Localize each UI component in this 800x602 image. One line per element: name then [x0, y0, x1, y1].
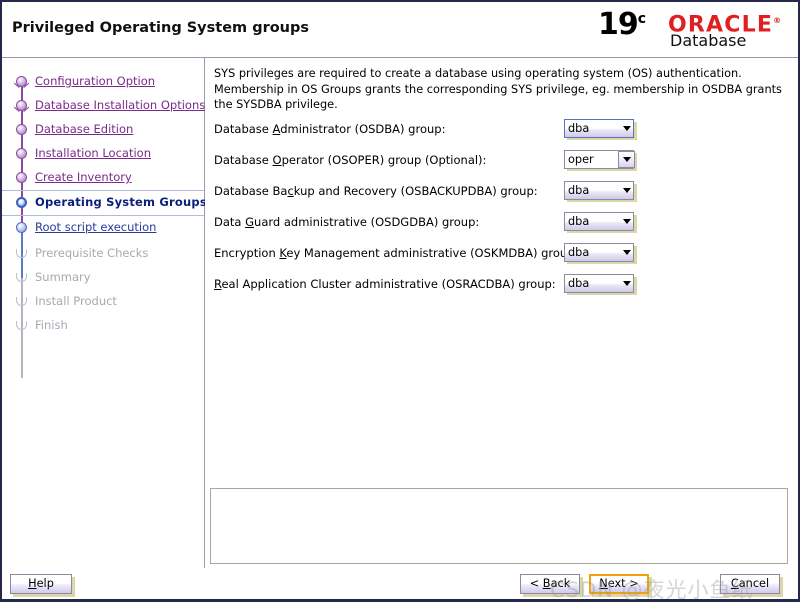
- next-button[interactable]: Next >: [589, 574, 649, 594]
- sidebar-item-database-installation-options[interactable]: Database Installation Options: [2, 94, 206, 118]
- chevron-down-icon: [623, 157, 631, 162]
- oskmdba-group-value: dba: [568, 246, 590, 259]
- nav-node-branch-icon: [9, 75, 34, 94]
- osdba-group-dropdown[interactable]: dba: [564, 119, 637, 140]
- sidebar-item-database-edition[interactable]: Database Edition: [2, 118, 204, 142]
- sidebar-item-install-product: Install Product: [2, 290, 204, 314]
- osbackupdba-group-dropdown[interactable]: dba: [564, 181, 637, 202]
- osdgdba-group-dropdown[interactable]: dba: [564, 212, 637, 233]
- form-row-osoper: Database Operator (OSOPER) group (Option…: [214, 150, 792, 172]
- form-row-oskmdba: Encryption Key Management administrative…: [214, 243, 792, 265]
- osoper-group-dropdown[interactable]: oper: [564, 150, 637, 171]
- sidebar-item-label: Installation Location: [35, 146, 151, 160]
- osdgdba-group-value: dba: [568, 215, 590, 228]
- nav-node-pending-icon: [15, 319, 28, 332]
- nav-node-pending-icon: [15, 247, 28, 260]
- sidebar-item-configuration-option[interactable]: Configuration Option: [2, 70, 204, 94]
- sidebar-item-label: Configuration Option: [35, 74, 156, 88]
- mnemonic-letter: N: [599, 577, 608, 590]
- header: Privileged Operating System groups 19c O…: [2, 2, 798, 56]
- message-panel: [210, 488, 788, 564]
- nav-node-ball-icon: [15, 123, 28, 136]
- chevron-down-icon: [623, 188, 631, 193]
- nav-node-ball-icon: [15, 171, 28, 184]
- sidebar-navigation: Configuration Option Database Installati…: [2, 58, 207, 568]
- field-label-osracdba: Real Application Cluster administrative …: [214, 277, 556, 291]
- sidebar-item-label: Root script execution: [35, 220, 157, 234]
- mnemonic-letter: G: [245, 215, 255, 229]
- cancel-button-wrap: Cancel: [720, 574, 783, 597]
- logo-version-number: 19: [598, 7, 639, 42]
- sidebar-item-summary: Summary: [2, 266, 204, 290]
- field-label-osbackupdba: Database Backup and Recovery (OSBACKUPDB…: [214, 184, 538, 198]
- next-button-wrap: Next >: [589, 574, 652, 597]
- sidebar-item-label: Create Inventory: [35, 170, 132, 184]
- oskmdba-group-dropdown[interactable]: dba: [564, 243, 637, 264]
- cancel-button[interactable]: Cancel: [720, 574, 780, 594]
- logo-product: Database: [670, 31, 747, 50]
- chevron-down-icon: [623, 250, 631, 255]
- field-label-osdgdba: Data Guard administrative (OSDGDBA) grou…: [214, 215, 480, 229]
- intro-description: SYS privileges are required to create a …: [214, 67, 782, 112]
- installer-window: Privileged Operating System groups 19c O…: [0, 0, 800, 602]
- sidebar-item-label: Finish: [35, 318, 68, 332]
- back-button[interactable]: < Back: [520, 574, 580, 594]
- nav-node-pending-icon: [15, 295, 28, 308]
- footer: Help < Back Next > Cancel: [2, 568, 798, 600]
- form-row-osdgdba: Data Guard administrative (OSDGDBA) grou…: [214, 212, 792, 234]
- osracdba-group-value: dba: [568, 277, 590, 290]
- mnemonic-letter: B: [542, 577, 551, 590]
- nav-node-pending-icon: [15, 271, 28, 284]
- oracle-logo: 19c ORACLE® Database: [590, 6, 790, 54]
- field-label-osoper: Database Operator (OSOPER) group (Option…: [214, 153, 487, 167]
- chevron-down-icon: [623, 281, 631, 286]
- form-row-osdba: Database Administrator (OSDBA) group: db…: [214, 119, 792, 141]
- sidebar-item-create-inventory[interactable]: Create Inventory: [2, 166, 204, 190]
- field-label-oskmdba: Encryption Key Management administrative…: [214, 246, 579, 260]
- logo-version: 19c: [598, 7, 646, 42]
- osbackupdba-group-value: dba: [568, 184, 590, 197]
- sidebar-item-root-script-execution[interactable]: Root script execution: [2, 216, 204, 240]
- osoper-group-value: oper: [568, 153, 594, 166]
- sidebar-item-label: Summary: [35, 270, 91, 284]
- help-button-wrap: Help: [10, 574, 75, 597]
- sidebar-item-installation-location[interactable]: Installation Location: [2, 142, 204, 166]
- mnemonic-letter: C: [730, 577, 739, 590]
- chevron-down-icon: [623, 219, 631, 224]
- nav-node-ball-icon: [15, 221, 28, 234]
- form-row-osbackupdba: Database Backup and Recovery (OSBACKUPDB…: [214, 181, 792, 203]
- page-title: Privileged Operating System groups: [12, 20, 310, 36]
- chevron-down-icon: [623, 126, 631, 131]
- sidebar-item-operating-system-groups[interactable]: Operating System Groups: [2, 190, 207, 216]
- nav-node-branch-icon: [9, 99, 34, 118]
- sidebar-item-finish: Finish: [2, 314, 204, 338]
- sidebar-item-label: Operating System Groups: [35, 195, 207, 209]
- osdba-group-value: dba: [568, 122, 590, 135]
- mnemonic-letter: H: [28, 577, 37, 590]
- sidebar-item-label: Prerequisite Checks: [35, 246, 149, 260]
- mnemonic-letter: O: [272, 153, 282, 167]
- logo-version-suffix: c: [637, 11, 646, 27]
- field-label-osdba: Database Administrator (OSDBA) group:: [214, 122, 446, 136]
- sidebar-item-label: Database Installation Options: [35, 98, 206, 112]
- form-row-osracdba: Real Application Cluster administrative …: [214, 274, 792, 296]
- sidebar-item-label: Database Edition: [35, 122, 134, 136]
- sidebar-item-label: Install Product: [35, 294, 117, 308]
- back-button-wrap: < Back: [520, 574, 583, 597]
- footer-divider: [2, 599, 798, 600]
- sidebar-item-prerequisite-checks: Prerequisite Checks: [2, 242, 204, 266]
- nav-node-current-icon: [15, 196, 28, 209]
- nav-node-ball-icon: [15, 147, 28, 160]
- help-button[interactable]: Help: [10, 574, 72, 594]
- logo-trademark: ®: [773, 16, 783, 25]
- osracdba-group-dropdown[interactable]: dba: [564, 274, 637, 295]
